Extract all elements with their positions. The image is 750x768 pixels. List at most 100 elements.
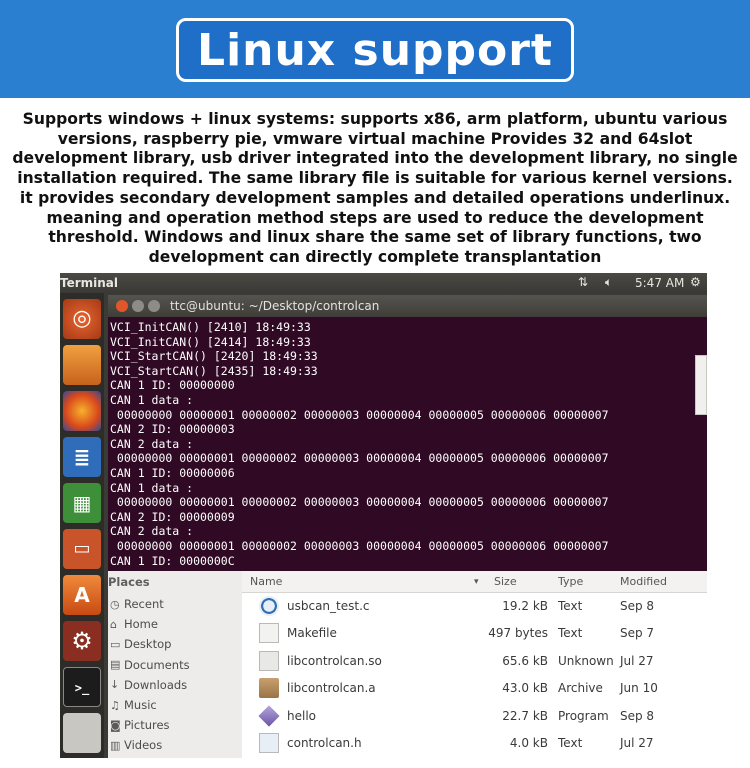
file-size: 43.0 kB: [502, 681, 548, 696]
terminal-line: 00000000 00000001 00000002 00000003 0000…: [110, 495, 609, 510]
sort-arrow-icon[interactable]: ▾: [474, 577, 479, 587]
software-center-icon[interactable]: A: [63, 575, 101, 615]
terminal-titlebar[interactable]: ttc@ubuntu: ~/Desktop/controlcan: [108, 295, 707, 317]
places-item-desktop[interactable]: ▭ Desktop: [110, 635, 171, 653]
places-item-recent[interactable]: ◷ Recent: [110, 595, 164, 613]
places-item-label: Music: [124, 698, 157, 712]
places-item-label: Documents: [124, 657, 190, 672]
writer-icon[interactable]: ≣: [63, 437, 101, 477]
file-row[interactable]: libcontrolcan.a 43.0 kB Archive Jun 10: [242, 675, 707, 702]
camera-icon: ◙: [110, 718, 121, 732]
terminal-line: VCI_InitCAN() [2410] 18:49:33: [110, 320, 311, 334]
places-item-label: Videos: [124, 738, 163, 753]
terminal-window[interactable]: ttc@ubuntu: ~/Desktop/controlcan VCI_Ini…: [108, 295, 707, 573]
file-modified: Jun 10: [620, 681, 658, 696]
film-icon: ▥: [110, 738, 121, 752]
column-size[interactable]: Size: [494, 575, 517, 588]
file-modified: Sep 8: [620, 599, 655, 613]
file-size: 22.7 kB: [502, 708, 548, 723]
description-text: Supports windows + linux systems: suppor…: [12, 110, 738, 266]
file-size: 19.2 kB: [502, 599, 548, 613]
file-list-header: Name ▾ Size Type Modified: [242, 571, 707, 593]
places-item-label: Home: [124, 617, 158, 632]
files-folder-icon[interactable]: [63, 345, 101, 385]
terminal-line: CAN 2 data :: [110, 436, 194, 451]
banner-title-box: Linux support: [176, 18, 574, 82]
file-modified: Sep 8: [620, 708, 655, 723]
program-icon: [258, 704, 280, 727]
file-type: Archive: [558, 681, 603, 696]
places-item-pictures[interactable]: ◙ Pictures: [110, 716, 170, 734]
file-type: Unknown: [558, 653, 614, 668]
minimize-icon[interactable]: [132, 300, 144, 312]
app-title: Terminal: [60, 276, 119, 290]
home-icon: ⌂: [110, 617, 117, 631]
places-item-label: Recent: [124, 597, 164, 611]
file-manager-window[interactable]: Places ◷ Recent ⌂ Home ▭ Desktop ▤ Documents ↓ Do…: [108, 571, 707, 758]
terminal-icon[interactable]: >_: [63, 667, 101, 707]
file-name: Makefile: [287, 626, 337, 641]
file-row[interactable]: Makefile 497 bytes Text Sep 7: [242, 620, 707, 647]
header-banner: Linux support: [0, 0, 750, 98]
terminal-line: CAN 1 ID: 00000000: [110, 378, 235, 393]
terminal-line: CAN 2 data :: [110, 524, 194, 539]
places-item-documents[interactable]: ▤ Documents: [110, 656, 190, 674]
terminal-output[interactable]: VCI_InitCAN() [2410] 18:49:33 VCI_InitCAN…: [110, 320, 705, 570]
places-item-home[interactable]: ⌂ Home: [110, 615, 158, 633]
impress-icon[interactable]: ▭: [63, 529, 101, 569]
c-header-icon: [259, 733, 279, 753]
calc-icon[interactable]: ▦: [63, 483, 101, 523]
file-name: usbcan_test.c: [287, 599, 370, 613]
places-header: Places: [108, 575, 150, 589]
file-name: libcontrolcan.a: [287, 681, 376, 696]
clock[interactable]: 5:47 AM: [635, 276, 684, 290]
terminal-line: VCI_StartCAN() [2420] 18:49:33: [110, 349, 318, 364]
places-item-label: Downloads: [124, 677, 188, 692]
file-size: 65.6 kB: [502, 653, 548, 668]
volume-icon[interactable]: 🔈︎: [605, 275, 612, 290]
file-type: Text: [558, 626, 583, 641]
places-item-videos[interactable]: ▥ Videos: [110, 736, 162, 754]
places-item-downloads[interactable]: ↓ Downloads: [110, 676, 187, 694]
terminal-line: CAN 1 ID: 00000006: [110, 465, 235, 480]
terminal-scrollbar[interactable]: [695, 355, 707, 415]
settings-icon[interactable]: ⚙: [63, 621, 101, 661]
file-row[interactable]: libcontrolcan.so 65.6 kB Unknown Jul 27: [242, 648, 707, 675]
terminal-line: 00000000 00000001 00000002 00000003 0000…: [110, 451, 609, 466]
file-row[interactable]: controlcan.h 4.0 kB Text Jul 27: [242, 730, 707, 757]
file-modified: Jul 27: [620, 736, 654, 750]
terminal-line: CAN 1 data :: [110, 392, 194, 407]
binary-file-icon: [259, 650, 279, 671]
file-row[interactable]: hello 22.7 kB Program Sep 8: [242, 703, 707, 730]
terminal-line: 00000000 00000001 00000002 00000003 0000…: [110, 407, 609, 422]
file-name: hello: [287, 708, 316, 723]
column-name[interactable]: Name: [250, 575, 282, 588]
terminal-line: VCI_InitCAN() [2414] 18:49:33: [110, 334, 311, 349]
places-item-music[interactable]: ♫ Music: [110, 696, 157, 714]
file-type: Text: [558, 599, 583, 613]
printer-icon[interactable]: [63, 713, 101, 753]
terminal-line: VCI_StartCAN() [2435] 18:49:33: [110, 363, 318, 378]
dash-home-icon[interactable]: ◎: [63, 299, 101, 339]
firefox-icon[interactable]: [63, 391, 101, 431]
places-item-label: Pictures: [124, 718, 170, 733]
file-row[interactable]: usbcan_test.c 19.2 kB Text Sep 8: [242, 593, 707, 620]
music-icon: ♫: [110, 698, 120, 712]
c-source-icon: [259, 596, 279, 616]
file-size: 497 bytes: [488, 626, 548, 641]
terminal-line: CAN 1 ID: 0000000C: [110, 553, 235, 568]
places-item-label: Desktop: [124, 637, 172, 652]
file-name: libcontrolcan.so: [287, 653, 382, 668]
text-file-icon: [259, 623, 279, 644]
maximize-icon[interactable]: [148, 300, 160, 312]
column-modified[interactable]: Modified: [620, 575, 667, 588]
archive-icon: [259, 678, 279, 699]
desktop-icon: ▭: [110, 637, 121, 651]
gear-icon[interactable]: ⚙: [690, 275, 701, 289]
file-type: Program: [558, 708, 609, 723]
terminal-line: CAN 2 ID: 00000009: [110, 509, 235, 524]
close-icon[interactable]: [116, 300, 128, 312]
network-icon[interactable]: ⇅: [578, 275, 588, 289]
file-type: Text: [558, 736, 583, 750]
column-type[interactable]: Type: [558, 575, 583, 588]
